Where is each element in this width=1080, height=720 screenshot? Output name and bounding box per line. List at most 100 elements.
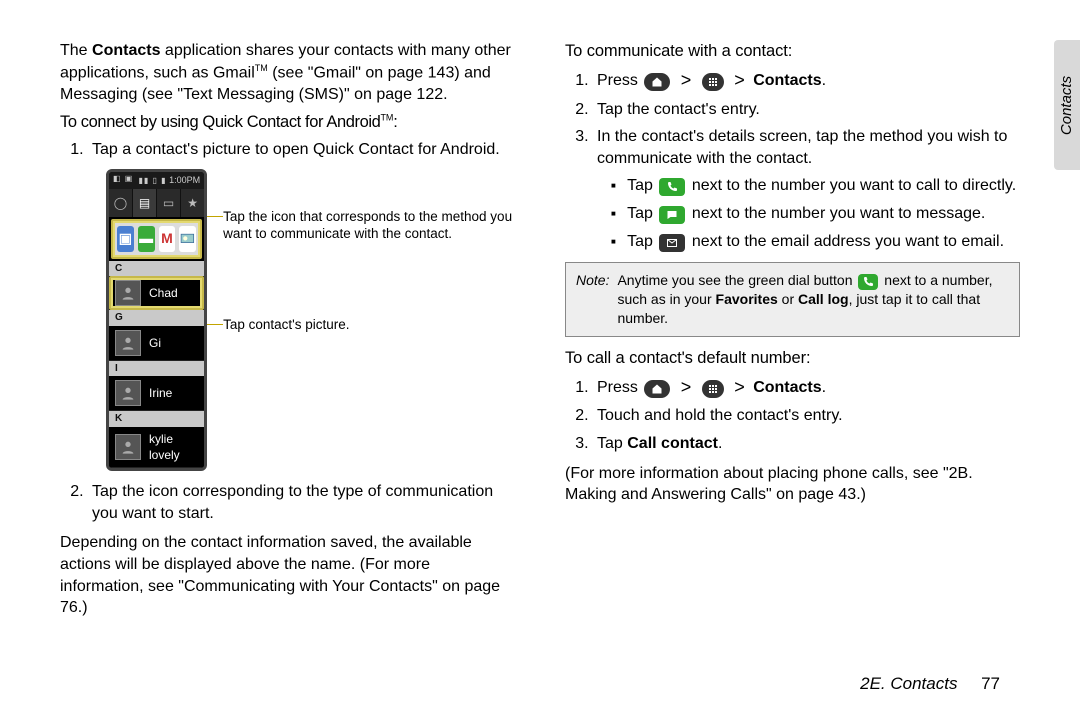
favorites-bold: Favorites (716, 291, 778, 307)
avatar[interactable] (115, 330, 141, 356)
note-box: Note: Anytime you see the green dial but… (565, 262, 1020, 337)
text: : (393, 113, 397, 131)
chevron-right-icon: > (734, 377, 745, 397)
step-text: In the contact's details screen, tap the… (597, 128, 1007, 167)
tab-groups[interactable]: ▭ (157, 189, 181, 217)
step-item: Press > > Contacts. (593, 68, 1020, 92)
text: The (60, 42, 92, 59)
section-heading-default-number: To call a contact's default number: (565, 347, 1020, 369)
contact-row[interactable]: Gi (109, 326, 204, 361)
message-icon (659, 206, 685, 224)
text: next to the number you want to call to d… (692, 177, 1016, 194)
text: Tap (627, 233, 657, 250)
status-right: ▮▮ ▯ ▮ 1:00PM (139, 174, 201, 187)
text: Press (597, 72, 642, 89)
left-column: The Contacts application shares your con… (60, 40, 515, 625)
list-divider: K (109, 411, 204, 427)
contacts-bold: Contacts (753, 72, 821, 89)
steps-list-2: Press > > Contacts. Tap the contact's en… (565, 68, 1020, 252)
step-item: Touch and hold the contact's entry. (593, 405, 1020, 427)
status-bar: ◧ ▣ ▮▮ ▯ ▮ 1:00PM (109, 172, 204, 189)
contact-list: C Chad G Gi I (109, 261, 204, 468)
footer-page-number: 77 (981, 674, 1000, 693)
step-item: Press > > Contacts. (593, 375, 1020, 399)
avatar[interactable] (115, 380, 141, 406)
avatar[interactable] (115, 280, 141, 306)
contact-name: Gi (149, 335, 198, 351)
quick-contact-bar[interactable]: ▣ ▬ M (111, 219, 202, 259)
home-key-icon (644, 73, 670, 91)
step-item: Tap the contact's entry. (593, 99, 1020, 121)
list-divider: I (109, 361, 204, 377)
status-time: 1:00PM (169, 175, 200, 185)
sub-list: Tap next to the number you want to call … (597, 175, 1020, 252)
contacts-bold: Contacts (753, 379, 821, 396)
tab-favorites[interactable]: ★ (181, 189, 204, 217)
text: next to the number you want to message. (692, 205, 986, 222)
footer-section: 2E. Contacts (860, 674, 957, 693)
tab-dialer[interactable]: ◯ (109, 189, 133, 217)
section-heading-quick-contact: To connect by using Quick Contact for An… (60, 111, 515, 133)
phone-icon (858, 274, 878, 290)
signal-icon: ▮▮ ▯ ▮ (139, 176, 167, 185)
apps-key-icon (702, 380, 724, 398)
text: Tap (627, 177, 657, 194)
email-icon (659, 234, 685, 252)
step-item: In the contact's details screen, tap the… (593, 126, 1020, 252)
chevron-right-icon: > (681, 377, 692, 397)
contact-row[interactable]: Irine (109, 376, 204, 411)
sub-item: Tap next to the email address you want t… (611, 231, 1020, 253)
note-body: Anytime you see the green dial button ne… (617, 271, 1009, 328)
text: Tap (597, 435, 627, 452)
list-divider: C (109, 261, 204, 277)
text: . (718, 435, 722, 452)
status-icons-left: ◧ ▣ (113, 174, 133, 187)
right-column: To communicate with a contact: Press > >… (565, 40, 1020, 625)
quick-contact-gmail-icon[interactable]: M (159, 226, 176, 252)
contact-row[interactable]: kylie lovely (109, 427, 204, 468)
intro-paragraph: The Contacts application shares your con… (60, 40, 515, 105)
step-item: Tap the icon corresponding to the type o… (88, 481, 515, 524)
page-footer: 2E. Contacts 77 (860, 674, 1000, 694)
annotation-1: Tap the icon that corresponds to the met… (223, 209, 515, 243)
text: . (822, 379, 826, 396)
avatar[interactable] (115, 434, 141, 460)
section-heading-communicate: To communicate with a contact: (565, 40, 1020, 62)
chevron-right-icon: > (734, 70, 745, 90)
contact-name: Chad (149, 285, 198, 301)
phone-tabbar: ◯ ▤ ▭ ★ (109, 189, 204, 217)
steps-list-3: Press > > Contacts. Touch and hold the c… (565, 375, 1020, 454)
quick-contact-sms-icon[interactable]: ▬ (138, 226, 155, 252)
heading-text: To connect by using Quick Contact for An… (60, 113, 380, 131)
phone-figure: ◧ ▣ ▮▮ ▯ ▮ 1:00PM ◯ ▤ ▭ ★ (106, 169, 515, 471)
apps-key-icon (702, 73, 724, 91)
text: Anytime you see the green dial button (617, 272, 856, 288)
chevron-right-icon: > (681, 70, 692, 90)
contact-name: Irine (149, 385, 198, 401)
quick-contact-picture-icon[interactable] (179, 226, 196, 252)
side-tab-label: Contacts (1059, 75, 1076, 134)
manual-page: Contacts The Contacts application shares… (0, 0, 1080, 720)
call-contact-bold: Call contact (627, 435, 718, 452)
text: Tap (627, 205, 657, 222)
trademark-icon: TM (380, 113, 393, 123)
phone-icon (659, 178, 685, 196)
contact-name: kylie lovely (149, 431, 198, 463)
step-text: Tap a contact's picture to open Quick Co… (92, 141, 500, 158)
text: . (822, 72, 826, 89)
tab-contacts[interactable]: ▤ (133, 189, 157, 217)
sub-item: Tap next to the number you want to call … (611, 175, 1020, 197)
quick-contact-info-icon[interactable]: ▣ (117, 226, 134, 252)
outro-paragraph: (For more information about placing phon… (565, 463, 1020, 506)
figure-annotations: Tap the icon that corresponds to the met… (223, 169, 515, 334)
trademark-icon: TM (255, 63, 268, 73)
post-figure-paragraph: Depending on the contact information sav… (60, 532, 515, 618)
intro-bold: Contacts (92, 42, 160, 59)
annotation-2: Tap contact's picture. (223, 317, 515, 334)
contact-row-highlighted[interactable]: Chad (109, 276, 204, 310)
calllog-bold: Call log (798, 291, 849, 307)
steps-list-1: Tap a contact's picture to open Quick Co… (60, 139, 515, 524)
two-column-layout: The Contacts application shares your con… (60, 40, 1020, 625)
text: next to the email address you want to em… (692, 233, 1004, 250)
note-label: Note: (576, 271, 609, 328)
